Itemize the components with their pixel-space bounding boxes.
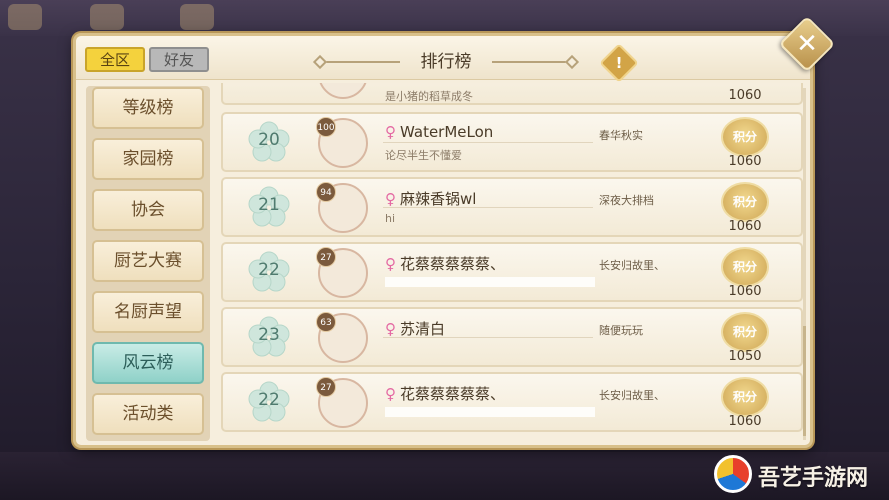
score-badge-icon: 积分 xyxy=(721,182,769,222)
score-value: 1050 xyxy=(728,349,762,364)
score-badge-icon: 积分 xyxy=(721,117,769,157)
rank-number: 22 xyxy=(258,390,280,410)
score-value: 1060 xyxy=(728,219,762,234)
sidebar-item-fengyun[interactable]: 风云榜 xyxy=(92,342,204,384)
player-name: WaterMeLon xyxy=(400,123,494,141)
divider xyxy=(383,337,593,338)
table-row[interactable]: 22 27 ♀ 花蔡蔡蔡蔡蔡、 长安归故里、 积分 1060 xyxy=(221,242,803,302)
player-name: 花蔡蔡蔡蔡蔡、 xyxy=(400,255,506,273)
score-badge-icon: 积分 xyxy=(721,247,769,287)
player-name: 花蔡蔡蔡蔡蔡、 xyxy=(400,385,506,403)
female-icon: ♀ xyxy=(385,123,396,141)
player-signature: 是小猪的稻草成冬 xyxy=(385,90,473,103)
exclamation-icon: ! xyxy=(615,54,623,72)
info-button[interactable]: ! xyxy=(599,43,639,83)
level-badge: 27 xyxy=(316,377,336,397)
guild-name: 随便玩玩 xyxy=(599,324,643,337)
divider xyxy=(383,142,593,143)
sidebar-item-chef-fame[interactable]: 名厨声望 xyxy=(92,291,204,333)
redacted-signature xyxy=(385,407,595,417)
guild-name: 深夜大排档 xyxy=(599,194,654,207)
player-signature: 论尽半生不懂爱 xyxy=(385,149,462,162)
tab-friends[interactable]: 好友 xyxy=(149,47,209,72)
female-icon: ♀ xyxy=(385,255,396,273)
guild-name: 春华秋实 xyxy=(599,129,643,142)
level-badge: 100 xyxy=(316,117,336,137)
level-badge: 27 xyxy=(316,247,336,267)
panel-header: 全区 好友 排行榜 ! xyxy=(76,36,810,83)
table-row[interactable]: 21 94 ♀ 麻辣香锅wl hi 深夜大排档 积分 1060 xyxy=(221,177,803,237)
avatar xyxy=(318,83,368,99)
top-menu-button[interactable] xyxy=(180,4,214,30)
divider xyxy=(383,207,593,208)
rank-number: 21 xyxy=(258,195,280,215)
score-value: 1060 xyxy=(728,154,762,169)
sidebar-item-level[interactable]: 等级榜 xyxy=(92,87,204,129)
female-icon: ♀ xyxy=(385,190,396,208)
player-name-line[interactable]: ♀ WaterMeLon xyxy=(385,123,493,141)
sidebar-item-cooking-contest[interactable]: 厨艺大赛 xyxy=(92,240,204,282)
close-icon: ✕ xyxy=(796,29,818,59)
score-badge-label: 积分 xyxy=(732,260,757,274)
leaderboard-panel: 全区 好友 排行榜 ! ✕ 等级榜 家园榜 协会 厨艺大赛 名厨声望 风云榜 活… xyxy=(73,15,836,448)
redacted-signature xyxy=(385,277,595,287)
player-name: 苏清白 xyxy=(400,320,446,338)
score-badge-icon: 积分 xyxy=(721,377,769,417)
site-watermark: 吾艺手游网 xyxy=(714,452,884,496)
score-badge-label: 积分 xyxy=(732,390,757,404)
top-menu-button[interactable] xyxy=(90,4,124,30)
game-top-bar xyxy=(0,0,889,36)
female-icon: ♀ xyxy=(385,385,396,403)
table-row[interactable]: 是小猪的稻草成冬 1060 xyxy=(221,83,803,105)
female-icon: ♀ xyxy=(385,320,396,338)
level-badge: 63 xyxy=(316,312,336,332)
level-badge: 94 xyxy=(316,182,336,202)
tab-all-region[interactable]: 全区 xyxy=(85,47,145,72)
score-badge-label: 积分 xyxy=(732,325,757,339)
score-badge-label: 积分 xyxy=(732,130,757,144)
player-name: 麻辣香锅wl xyxy=(400,190,477,208)
player-name-line[interactable]: ♀ 花蔡蔡蔡蔡蔡、 xyxy=(385,253,505,274)
guild-name: 长安归故里、 xyxy=(599,259,665,272)
score-badge-label: 积分 xyxy=(732,195,757,209)
score-value: 1060 xyxy=(728,284,762,299)
player-name-line[interactable]: ♀ 花蔡蔡蔡蔡蔡、 xyxy=(385,383,505,404)
player-name-line[interactable]: ♀ 麻辣香锅wl xyxy=(385,188,476,209)
sidebar-item-home[interactable]: 家园榜 xyxy=(92,138,204,180)
guild-name: 长安归故里、 xyxy=(599,389,665,402)
player-name-line[interactable]: ♀ 苏清白 xyxy=(385,318,445,339)
watermark-logo-icon xyxy=(714,455,752,493)
sidebar-item-guild[interactable]: 协会 xyxy=(92,189,204,231)
score-value: 1060 xyxy=(728,414,762,429)
title-wrap: 排行榜 xyxy=(311,50,581,74)
player-signature: hi xyxy=(385,212,396,225)
page-title: 排行榜 xyxy=(420,52,472,72)
rank-number: 20 xyxy=(258,130,280,150)
scrollbar-thumb[interactable] xyxy=(803,326,806,436)
watermark-text: 吾艺手游网 xyxy=(758,465,869,491)
table-row[interactable]: 20 100 ♀ WaterMeLon 论尽半生不懂爱 春华秋实 积分 1060 xyxy=(221,112,803,172)
table-row[interactable]: 22 27 ♀ 花蔡蔡蔡蔡蔡、 长安归故里、 积分 1060 xyxy=(221,372,803,432)
score-value: 1060 xyxy=(728,88,762,103)
sidebar-item-events[interactable]: 活动类 xyxy=(92,393,204,435)
rank-number: 23 xyxy=(258,325,280,345)
score-badge-icon: 积分 xyxy=(721,312,769,352)
category-sidebar: 等级榜 家园榜 协会 厨艺大赛 名厨声望 风云榜 活动类 xyxy=(86,86,210,441)
table-row[interactable]: 23 63 ♀ 苏清白 随便玩玩 积分 1050 xyxy=(221,307,803,367)
back-button[interactable] xyxy=(8,4,42,30)
ranking-list[interactable]: 是小猪的稻草成冬 1060 20 100 ♀ WaterMeLon 论尽半生不懂爱… xyxy=(221,83,803,443)
rank-number: 22 xyxy=(258,260,280,280)
